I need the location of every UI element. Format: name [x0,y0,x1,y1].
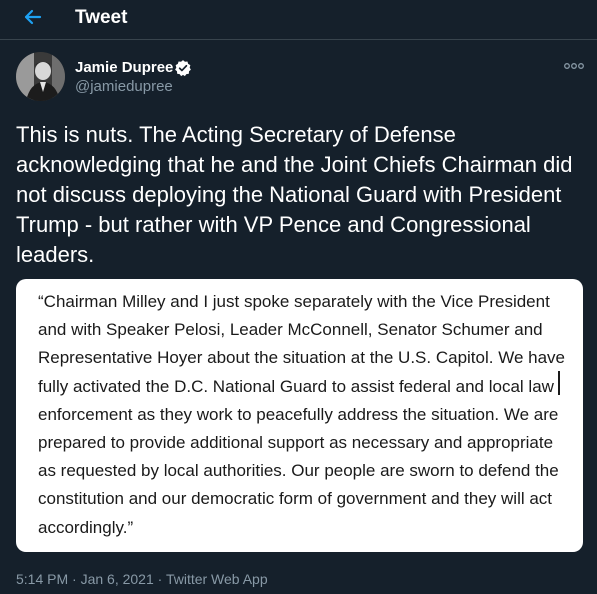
tweet-text: This is nuts. The Acting Secretary of De… [16,122,573,267]
back-button[interactable] [20,4,46,30]
author-handle[interactable]: @jamiedupree [75,78,173,96]
more-options-icon [564,63,584,69]
top-bar: Tweet [0,0,597,40]
quote-image-text: “Chairman Milley and I just spoke separa… [38,292,565,537]
quote-image[interactable]: “Chairman Milley and I just spoke separa… [16,279,583,552]
arrow-left-icon [24,9,42,25]
tweet-timestamp[interactable]: 5:14 PM · Jan 6, 2021 · Twitter Web App [16,570,268,588]
verified-badge-icon [175,60,191,77]
page-title: Tweet [75,7,128,28]
text-cursor [558,371,560,395]
avatar[interactable] [16,52,65,101]
author-name[interactable]: Jamie Dupree [75,59,173,77]
more-options-button[interactable] [562,56,586,76]
